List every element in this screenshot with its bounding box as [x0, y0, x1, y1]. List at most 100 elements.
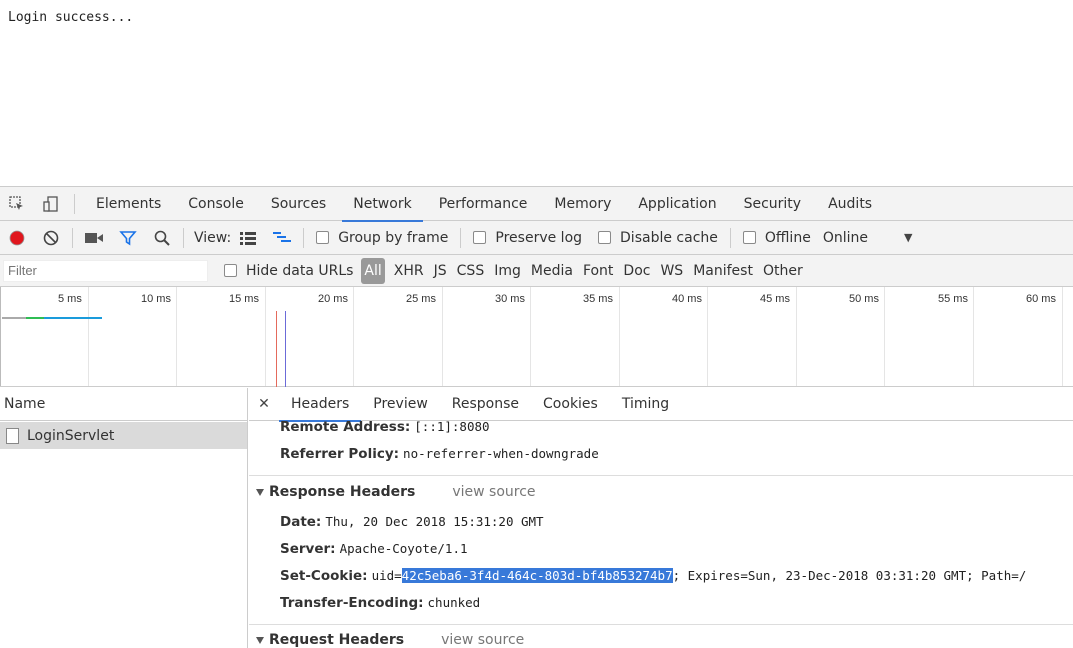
header-remote-address: Remote Address: [::1]:8080	[280, 419, 490, 435]
device-toolbar-icon[interactable]	[34, 187, 68, 221]
filter-type-all[interactable]: All	[361, 257, 385, 284]
tick-label: 60 ms	[1026, 293, 1056, 305]
request-bar-waiting	[2, 317, 26, 319]
tick-label: 20 ms	[318, 293, 348, 305]
section-divider	[249, 624, 1073, 625]
filter-type-js[interactable]: JS	[429, 258, 452, 284]
overview-gridline	[353, 287, 354, 386]
detail-tabs: ✕ Headers Preview Response Cookies Timin…	[249, 388, 1073, 422]
tick-label: 40 ms	[672, 293, 702, 305]
network-toolbar: View: Group by frame Preserve log Disabl…	[0, 221, 1073, 255]
document-icon	[6, 427, 19, 444]
filter-icon[interactable]	[111, 221, 145, 255]
tab-timing[interactable]: Timing	[610, 388, 681, 421]
overview-gridline	[176, 287, 177, 386]
overview-gridline	[88, 287, 89, 386]
filter-type-font[interactable]: Font	[578, 258, 618, 284]
tick-label: 5 ms	[58, 293, 82, 305]
network-overview[interactable]: 5 ms 10 ms 15 ms 20 ms 25 ms 30 ms 35 ms…	[0, 287, 1073, 387]
tab-headers[interactable]: Headers	[279, 388, 362, 422]
tab-audits[interactable]: Audits	[817, 187, 883, 221]
throttle-select[interactable]: Online ▼	[823, 230, 913, 246]
overview-gridline	[265, 287, 266, 386]
tab-preview[interactable]: Preview	[361, 388, 440, 421]
view-source-link[interactable]: view source	[441, 632, 524, 648]
tab-cookies[interactable]: Cookies	[531, 388, 610, 421]
overview-gridline	[619, 287, 620, 386]
load-event-line	[276, 311, 277, 387]
tab-memory[interactable]: Memory	[543, 187, 622, 221]
offline-checkbox[interactable]: Offline	[742, 230, 811, 246]
filter-type-manifest[interactable]: Manifest	[688, 258, 758, 284]
disable-cache-checkbox[interactable]: Disable cache	[598, 230, 718, 246]
overview-gridline	[884, 287, 885, 386]
tab-sources[interactable]: Sources	[260, 187, 337, 221]
inspect-element-icon[interactable]	[0, 187, 34, 221]
response-headers-section[interactable]: Response Headers view source	[256, 484, 536, 500]
domcontentloaded-line	[285, 311, 286, 387]
tick-label: 55 ms	[938, 293, 968, 305]
filter-bar: Hide data URLs All XHR JS CSS Img Media …	[0, 255, 1073, 287]
header-transfer-encoding: Transfer-Encoding: chunked	[280, 595, 481, 611]
screenshot-camera-icon[interactable]	[77, 221, 111, 255]
tick-label: 30 ms	[495, 293, 525, 305]
overview-gridline	[973, 287, 974, 386]
preserve-log-checkbox[interactable]: Preserve log	[473, 230, 582, 246]
request-bar-ttfb	[26, 317, 44, 319]
tab-performance[interactable]: Performance	[428, 187, 539, 221]
filter-type-img[interactable]: Img	[489, 258, 526, 284]
request-row-loginservlet[interactable]: LoginServlet	[0, 422, 247, 449]
request-bar-download	[44, 317, 102, 319]
tab-elements[interactable]: Elements	[85, 187, 172, 221]
filter-type-xhr[interactable]: XHR	[389, 258, 429, 284]
header-date: Date: Thu, 20 Dec 2018 15:31:20 GMT	[280, 514, 544, 530]
record-icon[interactable]	[0, 221, 34, 255]
devtools-panel: Elements Console Sources Network Perform…	[0, 186, 1073, 648]
tick-label: 10 ms	[141, 293, 171, 305]
devtools-tabbar: Elements Console Sources Network Perform…	[0, 187, 1073, 222]
tab-response[interactable]: Response	[440, 388, 531, 421]
triangle-down-icon	[256, 636, 264, 644]
tab-security[interactable]: Security	[733, 187, 813, 221]
filter-type-css[interactable]: CSS	[452, 258, 490, 284]
tick-label: 15 ms	[229, 293, 259, 305]
section-divider	[249, 475, 1073, 476]
request-list: Name LoginServlet	[0, 388, 248, 648]
tab-application[interactable]: Application	[627, 187, 727, 221]
view-label: View:	[194, 229, 232, 246]
view-source-link[interactable]: view source	[452, 484, 535, 500]
network-bottom: Name LoginServlet ✕ Headers Preview Resp…	[0, 388, 1073, 648]
triangle-down-icon	[256, 488, 264, 496]
filter-input[interactable]	[3, 259, 208, 282]
overview-gridline	[442, 287, 443, 386]
column-header-name[interactable]: Name	[0, 388, 247, 421]
overview-gridline	[707, 287, 708, 386]
group-by-frame-checkbox[interactable]: Group by frame	[316, 230, 448, 246]
tick-label: 35 ms	[583, 293, 613, 305]
clear-icon[interactable]	[34, 221, 68, 255]
filter-type-media[interactable]: Media	[526, 258, 578, 284]
header-server: Server: Apache-Coyote/1.1	[280, 541, 468, 557]
overview-gridline	[796, 287, 797, 386]
header-set-cookie: Set-Cookie: uid=42c5eba6-3f4d-464c-803d-b…	[280, 568, 1027, 584]
overview-gridline	[530, 287, 531, 386]
tick-label: 50 ms	[849, 293, 879, 305]
chevron-down-icon: ▼	[903, 231, 913, 244]
overview-gridline	[0, 287, 1, 386]
tab-console[interactable]: Console	[177, 187, 255, 221]
request-detail: ✕ Headers Preview Response Cookies Timin…	[249, 388, 1073, 648]
selected-cookie-value[interactable]: 42c5eba6-3f4d-464c-803d-bf4b853274b7	[401, 568, 673, 583]
tick-label: 45 ms	[760, 293, 790, 305]
overview-gridline	[1062, 287, 1063, 386]
tab-network[interactable]: Network	[342, 187, 424, 222]
request-headers-section[interactable]: Request Headers view source	[256, 632, 524, 648]
filter-type-other[interactable]: Other	[758, 258, 808, 284]
close-icon[interactable]: ✕	[249, 396, 279, 412]
waterfall-overview-icon[interactable]	[265, 221, 299, 255]
hide-data-urls-checkbox[interactable]: Hide data URLs	[224, 263, 353, 279]
tick-label: 25 ms	[406, 293, 436, 305]
search-icon[interactable]	[145, 221, 179, 255]
filter-type-ws[interactable]: WS	[655, 258, 688, 284]
filter-type-doc[interactable]: Doc	[618, 258, 655, 284]
large-rows-icon[interactable]	[231, 221, 265, 255]
